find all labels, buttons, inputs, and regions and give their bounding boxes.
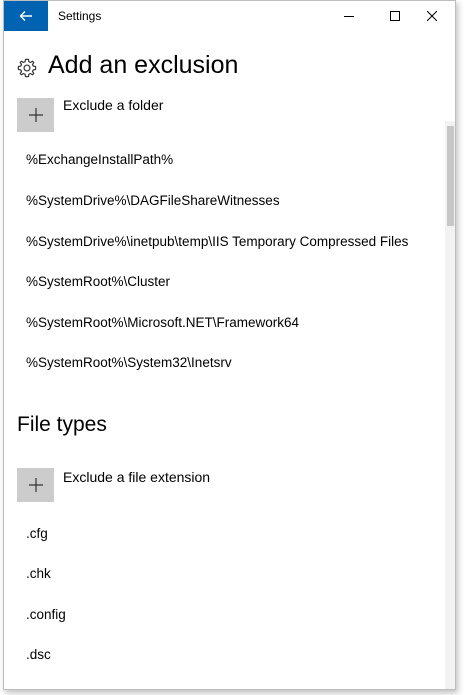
settings-window: Settings Add an exclusion Exclude a fold… <box>3 0 456 690</box>
exclude-folder-label[interactable]: Exclude a folder <box>63 97 163 113</box>
close-icon <box>427 11 437 21</box>
plus-icon <box>28 108 43 122</box>
scrollbar-thumb[interactable] <box>447 126 454 226</box>
minimize-icon <box>344 16 354 17</box>
file-extension-item[interactable]: .cfg <box>26 526 48 541</box>
file-types-heading: File types <box>17 413 107 436</box>
exclude-file-extension-label[interactable]: Exclude a file extension <box>63 469 210 485</box>
maximize-icon <box>390 11 400 21</box>
folder-exclusion-item[interactable]: %SystemDrive%\inetpub\temp\IIS Temporary… <box>26 234 408 249</box>
file-extension-item[interactable]: .chk <box>26 566 51 581</box>
plus-icon <box>28 478 43 492</box>
close-button[interactable] <box>409 1 455 31</box>
file-extension-item[interactable]: .dsc <box>26 647 51 662</box>
window-title: Settings <box>58 9 102 23</box>
folder-exclusion-item[interactable]: %SystemRoot%\Microsoft.NET\Framework64 <box>26 315 299 330</box>
file-extension-item[interactable]: .config <box>26 607 66 622</box>
back-button[interactable] <box>4 1 48 31</box>
folder-exclusion-item[interactable]: %ExchangeInstallPath% <box>26 152 173 167</box>
exclude-folder-button[interactable] <box>17 98 54 132</box>
gear-icon <box>17 58 37 78</box>
title-bar: Settings <box>4 1 455 31</box>
folder-exclusion-item[interactable]: %SystemRoot%\System32\Inetsrv <box>26 355 232 370</box>
page-title: Add an exclusion <box>48 51 239 79</box>
back-arrow-icon <box>19 11 32 21</box>
folder-exclusion-item[interactable]: %SystemRoot%\Cluster <box>26 274 170 289</box>
exclude-file-extension-button[interactable] <box>17 468 54 502</box>
folder-exclusion-item[interactable]: %SystemDrive%\DAGFileShareWitnesses <box>26 193 280 208</box>
minimize-button[interactable] <box>326 1 372 31</box>
